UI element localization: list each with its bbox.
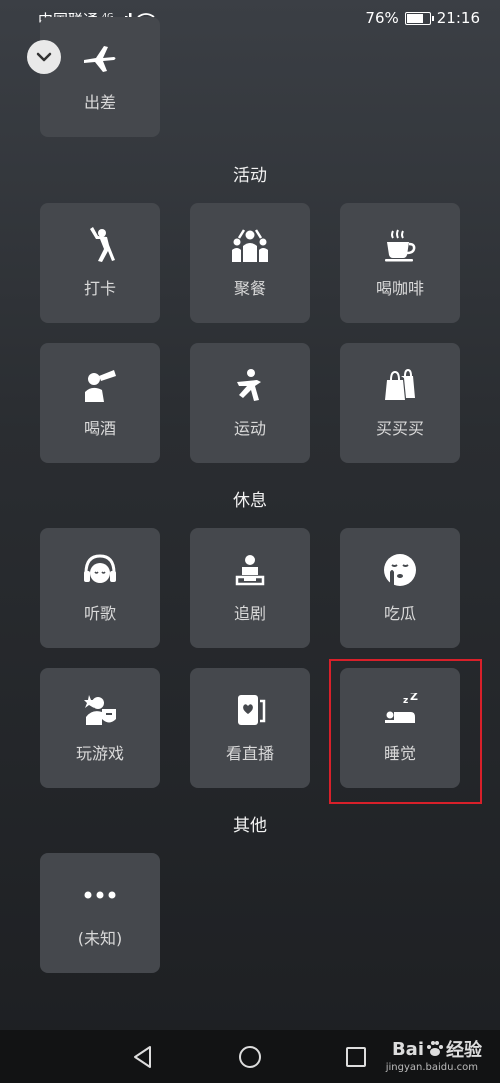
watermark-logo: Bai 经验 [392, 1036, 482, 1062]
airplane-icon [84, 46, 116, 72]
watermark-url: jingyan.baidu.com [385, 1062, 478, 1073]
tile-label: 玩游戏 [75, 744, 124, 763]
phone-live-icon [238, 695, 266, 725]
section-title-activity: 活动 [233, 166, 267, 186]
tile-drink[interactable]: 喝酒 [40, 343, 160, 463]
tile-music[interactable]: 听歌 [40, 528, 160, 648]
tile-sport[interactable]: 运动 [190, 343, 310, 463]
tile-label: 运动 [233, 419, 266, 438]
tile-game[interactable]: 玩游戏 [40, 668, 160, 788]
tile-gossip[interactable]: 吃瓜 [340, 528, 460, 648]
tile-live[interactable]: 看直播 [190, 668, 310, 788]
coffee-cup-icon [385, 229, 416, 262]
tile-coffee[interactable]: 喝咖啡 [340, 203, 460, 323]
gamer-icon [84, 695, 116, 725]
tile-label: 出差 [83, 93, 116, 112]
paw-icon [427, 1041, 443, 1056]
shushing-face-icon [384, 554, 416, 586]
tile-label: 聚餐 [233, 279, 266, 298]
people-gathering-icon [232, 229, 268, 262]
tile-label: 喝酒 [83, 419, 116, 438]
battery-level [406, 13, 423, 23]
tile-label: 喝咖啡 [375, 279, 424, 298]
running-person-icon [237, 369, 261, 401]
tv-watching-icon [235, 555, 265, 586]
back-triangle-icon[interactable] [130, 1044, 156, 1070]
tile-shopping[interactable]: 买买买 [340, 343, 460, 463]
highlight-box [329, 659, 482, 804]
tile-business-trip[interactable]: 出差 [40, 17, 160, 137]
tile-label: 买买买 [375, 419, 424, 438]
section-title-other: 其他 [233, 816, 267, 836]
tile-drama[interactable]: 追剧 [190, 528, 310, 648]
headphones-icon [84, 554, 116, 583]
tile-dinner[interactable]: 聚餐 [190, 203, 310, 323]
clock: 21:16 [436, 9, 480, 27]
person-checkin-icon [90, 227, 115, 262]
shopping-bag-icon [385, 368, 415, 400]
tile-label: 吃瓜 [383, 604, 416, 623]
chevron-down-icon [36, 52, 52, 62]
tile-label: 看直播 [225, 744, 274, 763]
section-title-rest: 休息 [233, 491, 267, 511]
tile-label: 打卡 [83, 279, 116, 298]
tile-label: 追剧 [233, 604, 266, 623]
collapse-button[interactable] [27, 40, 61, 74]
recents-square-icon[interactable] [343, 1044, 369, 1070]
tile-label: (未知) [77, 929, 123, 948]
drinking-icon [85, 370, 116, 402]
tile-unknown[interactable]: (未知) [40, 853, 160, 973]
battery-icon [404, 11, 434, 25]
tile-check-in[interactable]: 打卡 [40, 203, 160, 323]
home-circle-icon[interactable] [237, 1044, 263, 1070]
watermark-brand: Bai [391, 1038, 424, 1060]
battery-percent: 76% [365, 9, 399, 27]
more-dots-icon [84, 891, 116, 899]
tile-label: 听歌 [83, 604, 116, 623]
watermark-suffix: 经验 [446, 1040, 482, 1061]
